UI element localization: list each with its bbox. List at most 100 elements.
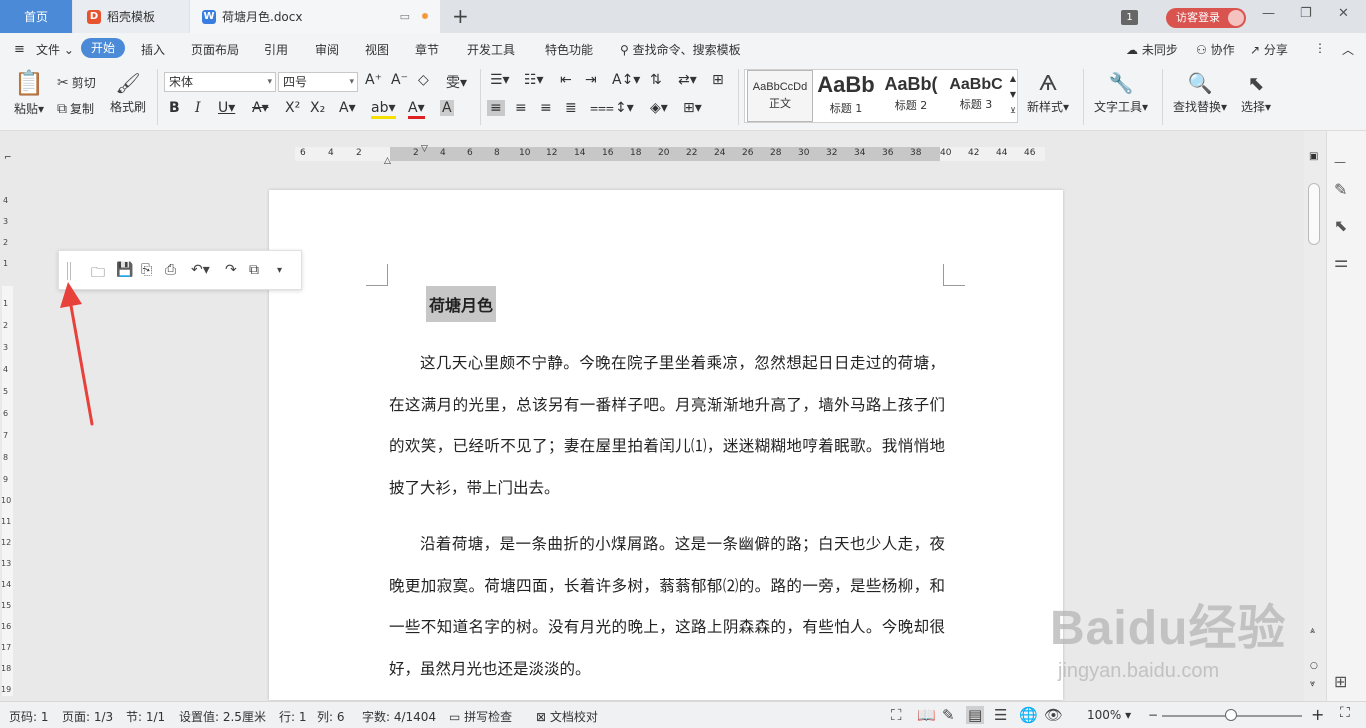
scrollbar-thumb[interactable] bbox=[1308, 183, 1320, 245]
gallery-down-icon[interactable]: ▼ bbox=[1010, 90, 1016, 99]
menu-chapter[interactable]: 章节 bbox=[415, 41, 439, 58]
strikethrough-icon[interactable]: A▾ bbox=[252, 100, 269, 116]
left-indent-icon[interactable]: △ bbox=[384, 156, 391, 166]
redo-icon[interactable]: ↷ bbox=[225, 262, 237, 278]
sort-icon[interactable]: ⇅ bbox=[650, 72, 662, 88]
more-icon[interactable]: ⋮ bbox=[1314, 41, 1326, 55]
style-heading-1[interactable]: AaBb 标题 1 bbox=[813, 70, 879, 122]
collab-button[interactable]: ⚇ 协作 bbox=[1196, 41, 1235, 58]
document-title[interactable]: 荷塘月色 bbox=[426, 286, 497, 322]
align-right-icon[interactable]: ≡ bbox=[540, 100, 552, 116]
numbered-list-icon[interactable]: ☷▾ bbox=[524, 72, 544, 88]
decrease-indent-icon[interactable]: ⇤ bbox=[560, 72, 572, 88]
status-page[interactable]: 页面: 1/3 bbox=[62, 708, 113, 725]
bold-icon[interactable]: B bbox=[169, 100, 180, 116]
subscript-icon[interactable]: X₂ bbox=[310, 100, 325, 116]
copy-button[interactable]: ⧉ 复制 bbox=[57, 100, 94, 117]
style-normal[interactable]: AaBbCcDd 正文 bbox=[747, 70, 813, 122]
status-section[interactable]: 节: 1/1 bbox=[126, 708, 165, 725]
copy-window-icon[interactable]: ⧉ bbox=[249, 262, 259, 278]
increase-indent-icon[interactable]: ⇥ bbox=[585, 72, 597, 88]
hamburger-icon[interactable]: ≡ bbox=[14, 42, 25, 57]
zoom-slider-knob[interactable] bbox=[1225, 709, 1237, 721]
pointer-icon[interactable]: ⬉ bbox=[1334, 216, 1347, 235]
restore-icon[interactable]: ❐ bbox=[1300, 6, 1312, 21]
document-paragraph[interactable]: 这几天心里颇不宁静。今晚在院子里坐着乘凉，忽然想起日日走过的荷塘，在这满月的光里… bbox=[389, 343, 945, 509]
pen-icon[interactable]: ✎ bbox=[1334, 180, 1347, 199]
page-nav-icon[interactable]: ▣ bbox=[1309, 151, 1318, 162]
menu-page-layout[interactable]: 页面布局 bbox=[191, 41, 239, 58]
menu-review[interactable]: 审阅 bbox=[315, 41, 339, 58]
text-tools-button[interactable]: 🔧 文字工具▾ bbox=[1094, 71, 1148, 115]
outline-view-icon[interactable]: ☰ bbox=[994, 706, 1007, 724]
grow-font-icon[interactable]: A⁺ bbox=[365, 72, 382, 88]
save-icon[interactable]: 💾 bbox=[116, 262, 133, 278]
zoom-select[interactable]: 100% ▾ bbox=[1087, 708, 1131, 722]
document-page[interactable]: 荷塘月色 这几天心里颇不宁静。今晚在院子里坐着乘凉，忽然想起日日走过的荷塘，在这… bbox=[269, 190, 1063, 700]
tab-templates[interactable]: D 稻壳模板 bbox=[73, 0, 189, 33]
shrink-font-icon[interactable]: A⁻ bbox=[391, 72, 408, 88]
cut-button[interactable]: ✂ 剪切 bbox=[57, 74, 96, 91]
gallery-up-icon[interactable]: ▲ bbox=[1010, 74, 1016, 83]
menu-developer[interactable]: 开发工具 bbox=[467, 41, 515, 58]
pen-mode-icon[interactable]: ✎ bbox=[942, 706, 955, 724]
distributed-icon[interactable]: ⩶ bbox=[590, 100, 614, 116]
border-icon[interactable]: ⊞▾ bbox=[683, 100, 702, 116]
new-style-button[interactable]: Ѧ 新样式▾ bbox=[1027, 71, 1069, 115]
status-word-count[interactable]: 字数: 4/1404 bbox=[362, 708, 436, 725]
menu-view[interactable]: 视图 bbox=[365, 41, 389, 58]
zoom-in-icon[interactable]: + bbox=[1311, 705, 1324, 724]
tab-document[interactable]: W 荷塘月色.docx ▭ bbox=[190, 0, 440, 33]
gallery-more-icon[interactable]: ⊻ bbox=[1010, 106, 1016, 115]
reading-mode-icon[interactable]: 📖 bbox=[917, 706, 936, 724]
style-heading-3[interactable]: AaBbC 标题 3 bbox=[943, 70, 1009, 122]
char-shading-icon[interactable]: A bbox=[440, 100, 454, 116]
select-button[interactable]: ⬉ 选择▾ bbox=[1241, 71, 1271, 115]
italic-icon[interactable]: I bbox=[195, 100, 201, 116]
font-size-select[interactable]: 四号 ▾ bbox=[278, 72, 358, 92]
zoom-out-icon[interactable]: − bbox=[1148, 708, 1158, 722]
tab-stop-icon[interactable]: ⌐ bbox=[4, 153, 12, 163]
menu-file[interactable]: 文件 ⌄ bbox=[36, 41, 74, 58]
clear-format-icon[interactable]: ◇ bbox=[418, 72, 429, 88]
new-tab-button[interactable]: + bbox=[452, 4, 469, 28]
first-line-indent-icon[interactable]: ▽ bbox=[421, 144, 428, 154]
command-search[interactable]: ⚲ 查找命令、搜索模板 bbox=[620, 41, 741, 58]
adjust-icon[interactable]: ⚌ bbox=[1334, 252, 1348, 271]
font-color-icon[interactable]: A▾ bbox=[408, 100, 425, 119]
find-replace-button[interactable]: 🔍 查找替换▾ bbox=[1173, 71, 1227, 115]
panel-collapse-icon[interactable]: — bbox=[1334, 155, 1346, 169]
justify-icon[interactable]: ≣ bbox=[565, 100, 577, 116]
menu-insert[interactable]: 插入 bbox=[141, 41, 165, 58]
customize-toolbar-icon[interactable]: ▾ bbox=[277, 265, 282, 276]
text-effect-icon[interactable]: A▾ bbox=[339, 100, 356, 116]
phonetic-icon[interactable]: 雯▾ bbox=[446, 72, 467, 92]
shading-icon[interactable]: ◈▾ bbox=[650, 100, 668, 116]
format-painter-button[interactable]: 🖌 格式刷 bbox=[110, 71, 146, 115]
proofread-button[interactable]: ⊠ 文档校对 bbox=[536, 708, 598, 725]
monitor-icon[interactable]: ▭ bbox=[400, 10, 410, 23]
text-direction-icon[interactable]: A↕▾ bbox=[612, 72, 640, 88]
sync-status[interactable]: ☁ 未同步 bbox=[1126, 41, 1178, 58]
eye-protection-icon[interactable]: 👁 bbox=[1044, 706, 1063, 724]
close-icon[interactable]: ✕ bbox=[1338, 6, 1349, 21]
menu-references[interactable]: 引用 bbox=[264, 41, 288, 58]
drag-handle-icon[interactable] bbox=[67, 262, 71, 280]
guest-login-button[interactable]: 访客登录 bbox=[1166, 8, 1246, 28]
web-view-icon[interactable]: 🌐 bbox=[1019, 706, 1038, 724]
paste-button[interactable]: 📋 粘贴▾ bbox=[14, 69, 44, 117]
tab-home[interactable]: 首页 bbox=[0, 0, 72, 33]
underline-icon[interactable]: U▾ bbox=[218, 100, 235, 116]
menu-start[interactable]: 开始 bbox=[81, 38, 125, 58]
page-view-icon[interactable]: ▤ bbox=[966, 706, 985, 724]
document-paragraph[interactable]: 沿着荷塘，是一条曲折的小煤屑路。这是一条幽僻的路；白天也少人走，夜晚更加寂寞。荷… bbox=[389, 524, 945, 690]
window-count-badge[interactable]: 1 bbox=[1121, 10, 1138, 25]
vertical-ruler[interactable]: 4 3 2 1 1 2 3 4 5 6 7 8 9 10 11 12 13 14… bbox=[0, 176, 15, 696]
fullscreen-icon[interactable]: ⛶ bbox=[891, 706, 902, 724]
minimize-icon[interactable]: — bbox=[1262, 6, 1275, 21]
undo-icon[interactable]: ↶▾ bbox=[191, 262, 210, 278]
output-pdf-icon[interactable]: ⎘ bbox=[141, 262, 152, 278]
show-marks-icon[interactable]: ⇄▾ bbox=[678, 72, 697, 88]
status-setting[interactable]: 设置值: 2.5厘米 bbox=[179, 708, 266, 725]
font-name-select[interactable]: 宋体 ▾ bbox=[164, 72, 276, 92]
